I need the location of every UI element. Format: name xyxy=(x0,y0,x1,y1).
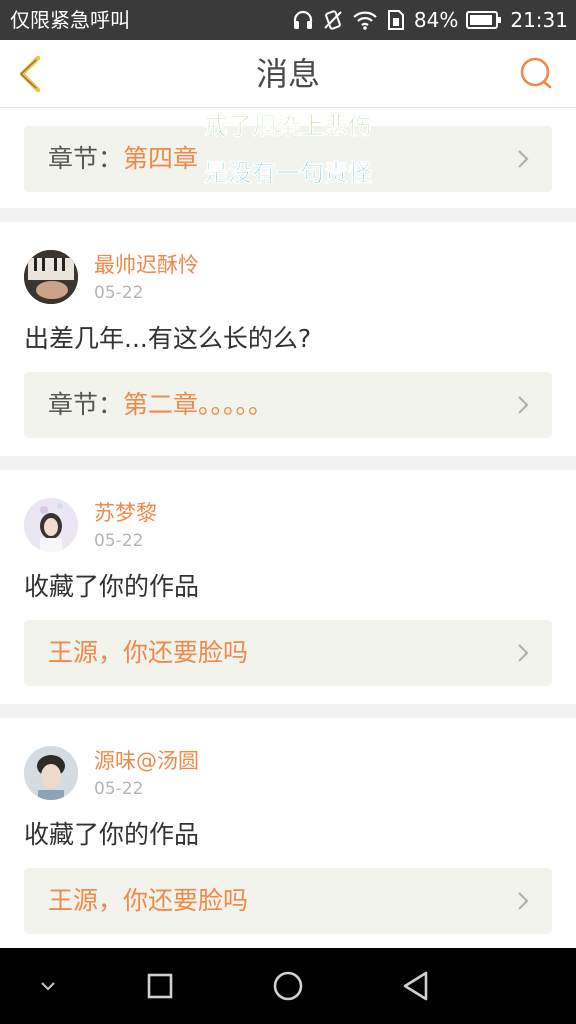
avatar[interactable] xyxy=(24,498,78,552)
status-icons: 84% 21:31 xyxy=(292,6,568,34)
work-title: 王源，你还要脸吗 xyxy=(48,638,249,667)
carrier-label: 仅限紧急呼叫 xyxy=(10,8,130,32)
hide-keyboard-button[interactable] xyxy=(28,966,68,1006)
message-text: 收藏了你的作品 xyxy=(24,820,200,849)
lyric-line: 是没有一句责怪 xyxy=(204,159,373,188)
message-text: 出差几年...有这么长的么? xyxy=(24,324,312,353)
divider xyxy=(0,208,576,222)
lyric-line: 戒了烟染上悲伤 xyxy=(204,112,373,141)
message-date: 05-22 xyxy=(94,531,144,551)
search-button[interactable] xyxy=(518,56,554,92)
navigation-bar xyxy=(0,948,576,1024)
back-triangle-icon xyxy=(403,971,428,1001)
work-title: 王源，你还要脸吗 xyxy=(48,886,249,915)
boy-avatar-image xyxy=(24,746,78,800)
chevron-right-icon xyxy=(518,396,529,414)
divider xyxy=(0,456,576,470)
chevron-right-icon xyxy=(518,644,529,662)
chapter-name: 第二章。。。。。 xyxy=(123,390,274,419)
message-card: 源味@汤圆 05-22 收藏了你的作品 王源，你还要脸吗 xyxy=(0,718,576,948)
sim-icon xyxy=(387,10,404,30)
home-circle-icon xyxy=(273,971,303,1001)
username[interactable]: 最帅迟酥怜 xyxy=(94,252,199,278)
page-title: 消息 xyxy=(255,55,320,93)
message-date: 05-22 xyxy=(94,283,144,303)
recents-square-icon xyxy=(147,973,173,999)
app-header: 消息 xyxy=(0,40,576,108)
username[interactable]: 源味@汤圆 xyxy=(94,748,199,774)
wifi-icon xyxy=(353,11,377,30)
home-button[interactable] xyxy=(268,966,308,1006)
chevron-down-icon xyxy=(41,982,55,991)
message-feed[interactable]: 章节：第四章 最帅迟酥怜 05-22 出差几年...有这么长的么? 章节：第二章… xyxy=(0,108,576,948)
battery-icon xyxy=(466,11,502,29)
headphones-icon xyxy=(293,10,313,29)
recents-button[interactable] xyxy=(140,966,180,1006)
divider xyxy=(0,704,576,718)
work-link[interactable]: 王源，你还要脸吗 xyxy=(24,620,552,686)
message-text: 收藏了你的作品 xyxy=(24,572,200,601)
chapter-prefix: 章节： xyxy=(48,390,124,419)
search-icon xyxy=(520,57,552,89)
chevron-right-icon xyxy=(518,892,529,910)
piano-avatar-image xyxy=(24,250,78,304)
username[interactable]: 苏梦黎 xyxy=(94,500,157,526)
avatar[interactable] xyxy=(24,250,78,304)
status-bar: 仅限紧急呼叫 84% 21:31 xyxy=(0,0,576,40)
chapter-link[interactable]: 章节：第二章。。。。。 xyxy=(24,372,552,438)
vibrate-icon xyxy=(324,10,342,30)
message-date: 05-22 xyxy=(94,779,144,799)
clock: 21:31 xyxy=(510,8,568,32)
system-back-button[interactable] xyxy=(396,966,436,1006)
avatar[interactable] xyxy=(24,746,78,800)
battery-percent: 84% xyxy=(413,8,459,32)
girl-avatar-image xyxy=(24,498,78,552)
work-link[interactable]: 王源，你还要脸吗 xyxy=(24,868,552,934)
message-card: 最帅迟酥怜 05-22 出差几年...有这么长的么? 章节：第二章。。。。。 xyxy=(0,222,576,456)
message-card: 苏梦黎 05-22 收藏了你的作品 王源，你还要脸吗 xyxy=(0,470,576,704)
